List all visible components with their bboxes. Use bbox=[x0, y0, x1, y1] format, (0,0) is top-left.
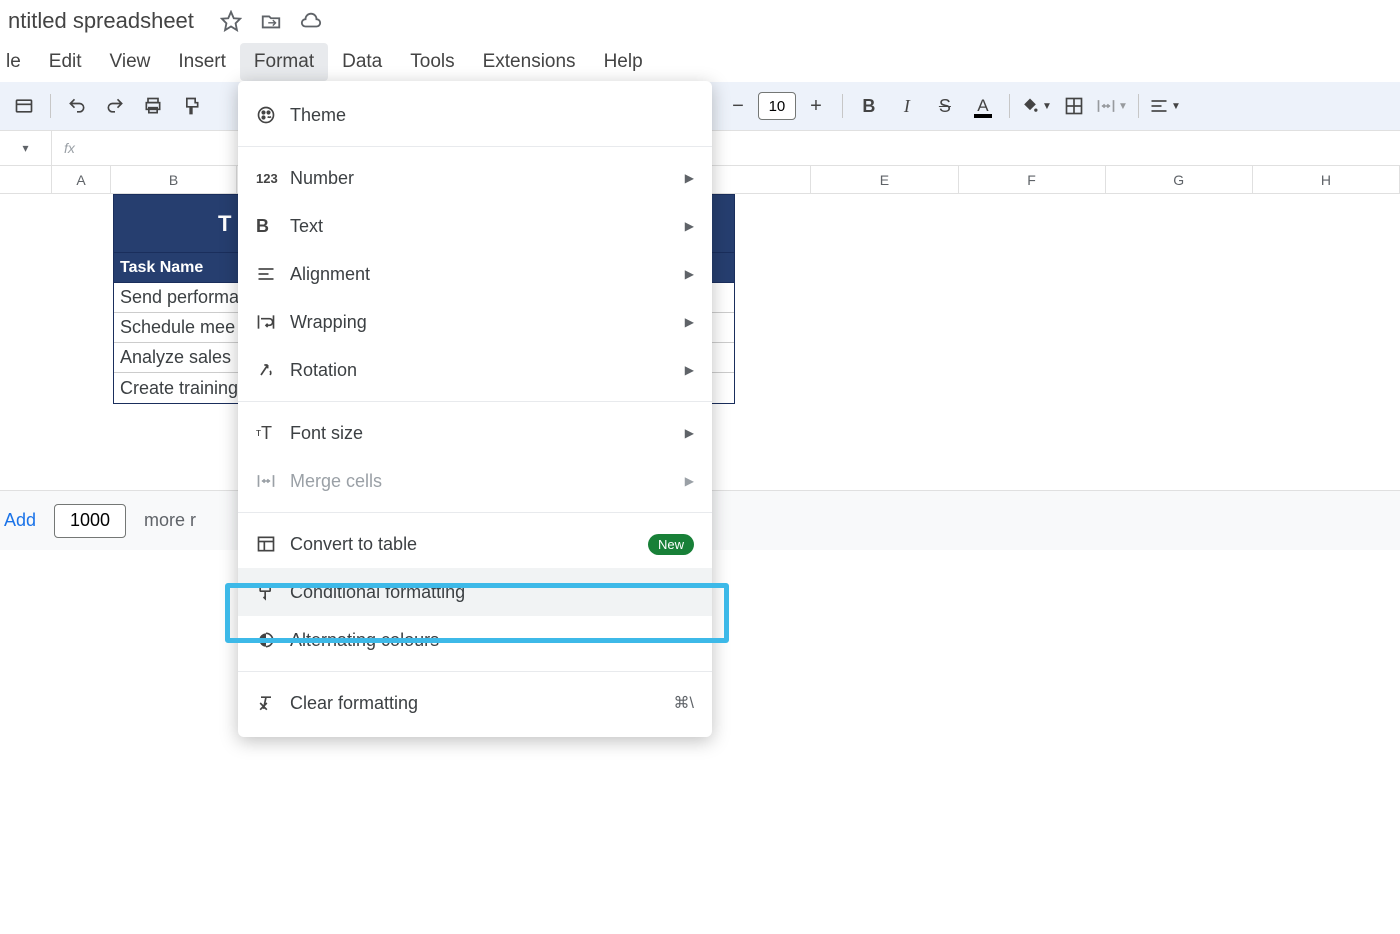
menu-conditional-label: Conditional formatting bbox=[290, 582, 694, 603]
new-badge: New bbox=[648, 534, 694, 555]
menu-text-label: Text bbox=[290, 216, 685, 237]
col-head-B[interactable]: B bbox=[111, 166, 236, 193]
col-head-G[interactable]: G bbox=[1106, 166, 1253, 193]
submenu-arrow-icon: ▶ bbox=[685, 426, 694, 440]
font-size-icon: тT bbox=[256, 423, 290, 444]
rotation-icon bbox=[256, 360, 290, 380]
menu-merge-cells: Merge cells ▶ bbox=[238, 457, 712, 505]
menu-conditional-formatting[interactable]: Conditional formatting bbox=[238, 568, 712, 616]
menu-insert[interactable]: Insert bbox=[164, 43, 240, 81]
increase-font-icon[interactable]: + bbox=[800, 90, 832, 122]
theme-icon bbox=[256, 105, 290, 125]
wrapping-icon bbox=[256, 312, 290, 332]
separator bbox=[1138, 94, 1139, 118]
bold-icon[interactable]: B bbox=[853, 90, 885, 122]
clear-format-icon bbox=[256, 693, 290, 713]
separator bbox=[1009, 94, 1010, 118]
menu-alignment[interactable]: Alignment ▶ bbox=[238, 250, 712, 298]
text-color-icon[interactable]: A bbox=[967, 90, 999, 122]
bold-icon: B bbox=[256, 216, 290, 237]
menu-text[interactable]: B Text ▶ bbox=[238, 202, 712, 250]
separator bbox=[842, 94, 843, 118]
menu-separator bbox=[238, 401, 712, 402]
merge-cells-icon[interactable]: ▼ bbox=[1096, 90, 1128, 122]
borders-icon[interactable] bbox=[1058, 90, 1090, 122]
menu-theme-label: Theme bbox=[290, 105, 694, 126]
menu-help[interactable]: Help bbox=[590, 43, 657, 81]
name-box[interactable]: ▾ bbox=[0, 131, 52, 165]
menu-convert-to-table[interactable]: Convert to table New bbox=[238, 520, 712, 568]
decrease-font-icon[interactable]: − bbox=[722, 90, 754, 122]
col-head-H[interactable]: H bbox=[1253, 166, 1400, 193]
menu-theme[interactable]: Theme bbox=[238, 91, 712, 139]
menu-data[interactable]: Data bbox=[328, 43, 396, 81]
menu-alternating-label: Alternating colours bbox=[290, 630, 694, 651]
menu-alternating-colours[interactable]: Alternating colours bbox=[238, 616, 712, 664]
font-size-input[interactable] bbox=[758, 92, 796, 120]
print-icon[interactable] bbox=[137, 90, 169, 122]
menu-merge-label: Merge cells bbox=[290, 471, 685, 492]
table-icon bbox=[256, 534, 290, 554]
menu-font-size[interactable]: тT Font size ▶ bbox=[238, 409, 712, 457]
submenu-arrow-icon: ▶ bbox=[685, 474, 694, 488]
menu-separator bbox=[238, 512, 712, 513]
fx-label: fx bbox=[52, 140, 87, 156]
menu-number-label: Number bbox=[290, 168, 685, 189]
title-bar: ntitled spreadsheet bbox=[0, 0, 1400, 42]
menu-file[interactable]: le bbox=[0, 43, 35, 81]
menu-clear-formatting[interactable]: Clear formatting ⌘\ bbox=[238, 679, 712, 727]
menu-number[interactable]: 123 Number ▶ bbox=[238, 154, 712, 202]
format-dropdown-menu: Theme 123 Number ▶ B Text ▶ Alignment ▶ … bbox=[238, 81, 712, 737]
submenu-arrow-icon: ▶ bbox=[685, 315, 694, 329]
alignment-icon bbox=[256, 264, 290, 284]
star-icon[interactable] bbox=[220, 10, 242, 32]
undo-icon[interactable] bbox=[61, 90, 93, 122]
submenu-arrow-icon: ▶ bbox=[685, 171, 694, 185]
col-head-F[interactable]: F bbox=[959, 166, 1106, 193]
italic-icon[interactable]: I bbox=[891, 90, 923, 122]
separator bbox=[50, 94, 51, 118]
add-rows-label: more r bbox=[144, 510, 196, 531]
submenu-arrow-icon: ▶ bbox=[685, 219, 694, 233]
menu-view[interactable]: View bbox=[96, 43, 165, 81]
number-icon: 123 bbox=[256, 171, 290, 186]
title-icons bbox=[220, 10, 322, 32]
cloud-icon[interactable] bbox=[300, 10, 322, 32]
font-size-group: − + bbox=[722, 90, 832, 122]
search-menus-icon[interactable] bbox=[8, 90, 40, 122]
add-rows-input[interactable] bbox=[54, 504, 126, 538]
col-head-A[interactable]: A bbox=[52, 166, 112, 193]
move-icon[interactable] bbox=[260, 10, 282, 32]
fill-color-icon[interactable]: ▼ bbox=[1020, 90, 1052, 122]
menu-wrapping-label: Wrapping bbox=[290, 312, 685, 333]
add-rows-button[interactable]: Add bbox=[4, 510, 36, 531]
conditional-format-icon bbox=[256, 582, 290, 602]
menu-rotation[interactable]: Rotation ▶ bbox=[238, 346, 712, 394]
menu-tools[interactable]: Tools bbox=[396, 43, 468, 81]
col-head-E[interactable]: E bbox=[811, 166, 958, 193]
menu-font-size-label: Font size bbox=[290, 423, 685, 444]
menu-clear-shortcut: ⌘\ bbox=[674, 693, 694, 713]
menu-clear-label: Clear formatting bbox=[290, 693, 674, 714]
strikethrough-icon[interactable]: S bbox=[929, 90, 961, 122]
menu-edit[interactable]: Edit bbox=[35, 43, 96, 81]
menu-bar: le Edit View Insert Format Data Tools Ex… bbox=[0, 42, 1400, 82]
redo-icon[interactable] bbox=[99, 90, 131, 122]
menu-alignment-label: Alignment bbox=[290, 264, 685, 285]
menu-convert-label: Convert to table bbox=[290, 534, 648, 555]
menu-wrapping[interactable]: Wrapping ▶ bbox=[238, 298, 712, 346]
menu-extensions[interactable]: Extensions bbox=[469, 43, 590, 81]
submenu-arrow-icon: ▶ bbox=[685, 267, 694, 281]
paint-format-icon[interactable] bbox=[175, 90, 207, 122]
select-all-corner[interactable] bbox=[0, 166, 52, 193]
horizontal-align-icon[interactable]: ▼ bbox=[1149, 90, 1181, 122]
menu-format[interactable]: Format bbox=[240, 43, 328, 81]
alternating-icon bbox=[256, 630, 290, 650]
merge-icon bbox=[256, 471, 290, 491]
menu-rotation-label: Rotation bbox=[290, 360, 685, 381]
menu-separator bbox=[238, 671, 712, 672]
document-title[interactable]: ntitled spreadsheet bbox=[0, 4, 202, 38]
menu-separator bbox=[238, 146, 712, 147]
submenu-arrow-icon: ▶ bbox=[685, 363, 694, 377]
